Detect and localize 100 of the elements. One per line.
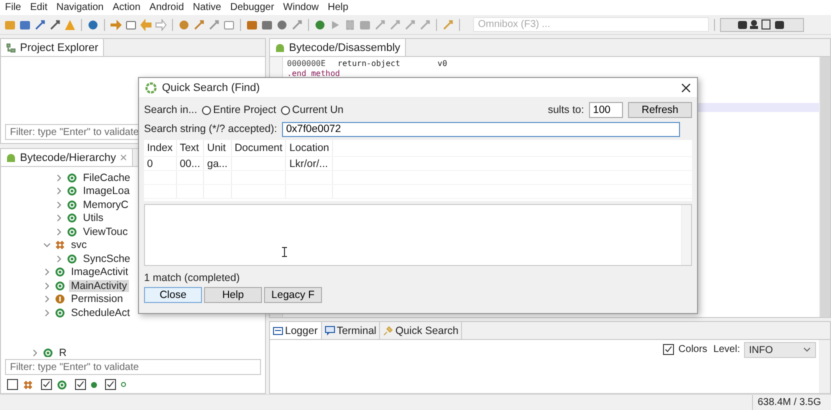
class-icon	[67, 172, 77, 183]
chevron-icon[interactable]	[55, 174, 63, 182]
chevron-icon	[803, 347, 811, 353]
scrollbar[interactable]	[681, 205, 691, 265]
tree-item[interactable]: MemoryC	[81, 198, 131, 211]
code-instruction: return-object	[338, 58, 402, 68]
class-icon	[67, 254, 77, 264]
text-cursor-icon	[282, 247, 287, 257]
chevron-icon[interactable]	[43, 282, 51, 290]
limit-field[interactable]: 100	[589, 102, 623, 118]
interface-icon	[55, 294, 65, 304]
package-icon	[23, 380, 33, 390]
chevron-icon[interactable]	[55, 200, 63, 209]
checkbox[interactable]	[105, 379, 116, 390]
chevron-icon[interactable]	[43, 268, 51, 276]
dot-icon	[91, 382, 97, 388]
menu-item[interactable]: Edit	[30, 2, 48, 13]
pause-icon[interactable]	[344, 18, 356, 30]
search-in-label: Search in...	[144, 104, 198, 116]
menu-item[interactable]: Help	[328, 2, 348, 13]
column-header[interactable]: Text	[176, 140, 204, 156]
project-explorer-tab[interactable]: Project Explorer	[1, 39, 104, 56]
play-icon[interactable]	[329, 18, 341, 30]
tree-item[interactable]: ScheduleAct	[69, 306, 132, 319]
tree-item[interactable]: ViewTouc	[81, 226, 130, 238]
menu-item[interactable]: File	[5, 2, 22, 13]
table-cell: 0	[147, 158, 153, 170]
refresh-button[interactable]: Refresh	[628, 102, 692, 118]
dialog-title: Quick Search (Find)	[162, 82, 260, 94]
tree-item[interactable]: ImageActivit	[69, 266, 130, 278]
radio-option[interactable]: Current Un	[281, 104, 344, 116]
dot-icon	[121, 382, 126, 387]
arrow-right-icon[interactable]	[155, 18, 167, 30]
console-icon	[273, 326, 283, 336]
table-cell: 00...	[180, 158, 200, 170]
dialog-button[interactable]: Legacy F	[264, 287, 322, 303]
checkbox[interactable]	[41, 379, 52, 390]
panel-tab[interactable]: Quick Search	[380, 322, 462, 339]
column-header[interactable]: Location	[286, 140, 333, 156]
perspective-icons	[737, 19, 787, 30]
checkbox[interactable]	[663, 344, 674, 355]
column-header[interactable]: Index	[144, 140, 176, 156]
chevron-icon[interactable]	[43, 295, 51, 304]
code-offset: 0000000E	[287, 58, 326, 68]
dialog-button[interactable]: Close	[144, 287, 202, 303]
hierarchy-tab[interactable]: Bytecode/Hierarchy	[1, 149, 133, 166]
class-icon	[55, 267, 65, 278]
tree-item[interactable]: ImageLoa	[81, 185, 132, 198]
chevron-icon[interactable]	[43, 241, 51, 250]
omnibox-field[interactable]: Omnibox (F3) ...	[473, 17, 709, 32]
tree-item[interactable]: R	[57, 347, 69, 357]
checkbox[interactable]	[75, 379, 86, 390]
spinner-icon	[145, 82, 157, 94]
arrow-in-icon[interactable]	[110, 18, 122, 30]
level-label: Level:	[713, 344, 740, 355]
column-header[interactable]: Document	[231, 140, 286, 156]
radio-option[interactable]: Entire Project	[202, 104, 276, 116]
scrollbar[interactable]	[819, 340, 830, 393]
tree-icon	[6, 42, 16, 52]
chevron-icon[interactable]	[55, 187, 63, 196]
table-cell: ga...	[207, 158, 228, 170]
menu-item[interactable]: Navigation	[56, 2, 104, 13]
close-icon[interactable]	[681, 82, 691, 92]
chevron-icon[interactable]	[31, 349, 39, 357]
panel-tab[interactable]: Terminal	[322, 322, 380, 339]
class-icon	[55, 308, 65, 318]
column-header[interactable]: Unit	[204, 140, 232, 156]
scrollbar[interactable]	[819, 57, 830, 317]
arrow-left-icon[interactable]	[140, 18, 152, 30]
perspective-button[interactable]	[720, 18, 804, 32]
search-field[interactable]: 0x7f0e0072	[282, 122, 680, 136]
class-icon	[67, 200, 77, 210]
tree-item[interactable]: svc	[69, 239, 89, 252]
menu-item[interactable]: Action	[112, 2, 140, 13]
menu-item[interactable]: Debugger	[230, 2, 274, 13]
tree-item[interactable]: SyncSche	[81, 252, 132, 265]
tree-item[interactable]: MainActivity	[69, 280, 130, 292]
chevron-icon[interactable]	[55, 214, 63, 222]
menu-item[interactable]: Android	[149, 2, 184, 13]
menu-item[interactable]: Window	[283, 2, 319, 13]
memory-usage: 638.4M / 3.5G	[752, 395, 831, 410]
chat-icon	[324, 326, 335, 336]
dialog-button[interactable]: Help	[204, 287, 262, 303]
tree-item[interactable]: FileCache	[81, 172, 132, 184]
match-status: 1 match (completed)	[144, 272, 241, 284]
chevron-icon[interactable]	[43, 308, 51, 317]
filter-field[interactable]: Filter: type "Enter" to validate	[5, 359, 261, 375]
chevron-icon[interactable]	[55, 228, 63, 236]
limit-label: sults to:	[548, 104, 584, 116]
table-cell: Lkr/or/...	[289, 158, 328, 170]
level-dropdown[interactable]: INFO	[744, 342, 816, 358]
tree-item[interactable]: Utils	[81, 212, 106, 224]
disassembly-tab[interactable]: Bytecode/Disassembly	[270, 39, 406, 56]
tree-item[interactable]: Permission	[69, 293, 125, 306]
panel-tab[interactable]: Logger	[270, 322, 322, 339]
checkbox[interactable]	[7, 379, 18, 390]
chevron-icon[interactable]	[55, 254, 63, 263]
menu-item[interactable]: Native	[192, 2, 222, 13]
stop-icon[interactable]	[359, 18, 371, 30]
class-icon	[57, 380, 67, 390]
